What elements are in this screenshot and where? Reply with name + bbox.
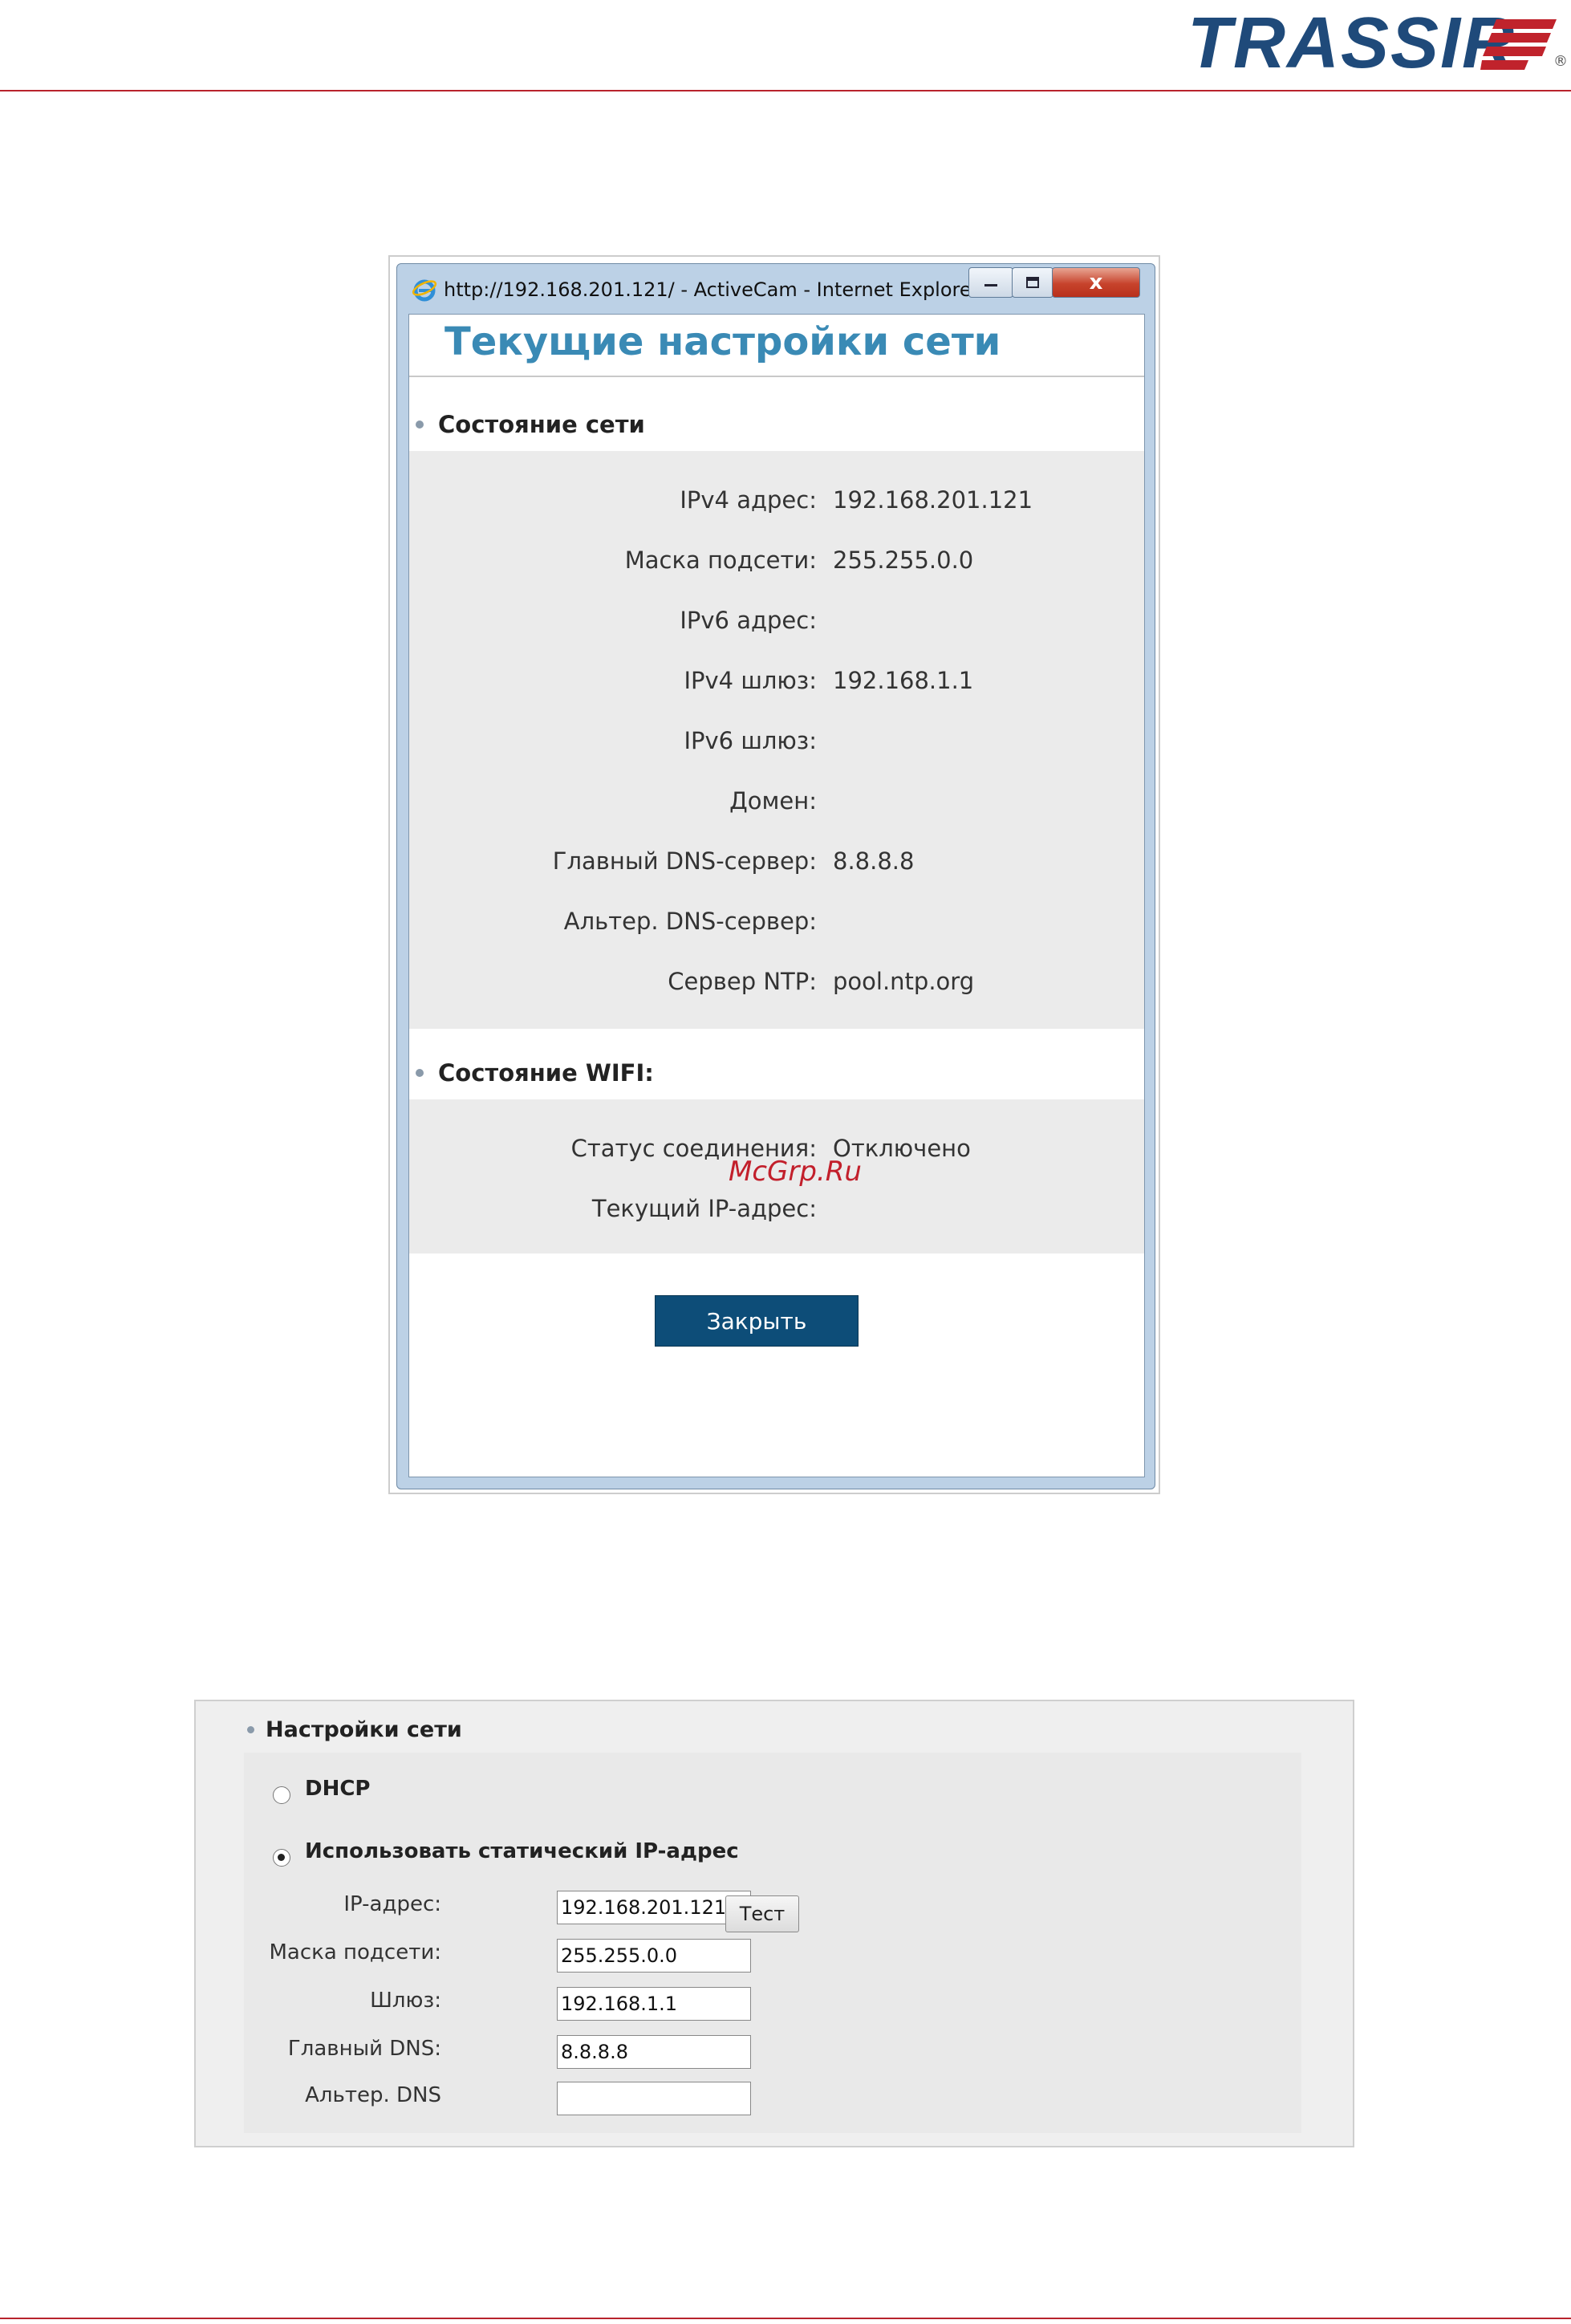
network-status-heading-text: Состояние сети — [438, 411, 645, 438]
field-input[interactable]: 192.168.1.1 — [557, 1987, 751, 2021]
status-row: IPv6 адрес: — [409, 607, 1144, 639]
status-row-label: IPv6 адрес: — [680, 607, 817, 634]
status-row-label: Сервер NTP: — [668, 968, 817, 995]
status-row: IPv4 адрес: 192.168.201.121 — [409, 486, 1144, 518]
footer-rule — [0, 2318, 1571, 2319]
status-row: Главный DNS-сервер: 8.8.8.8 — [409, 847, 1144, 880]
status-row-value: pool.ntp.org — [833, 968, 975, 995]
close-button[interactable]: Закрыть — [655, 1295, 859, 1347]
status-row-label: Альтер. DNS-сервер: — [563, 908, 817, 935]
status-row-label: Главный DNS-сервер: — [552, 847, 817, 875]
page-content: Текущие настройки сети Состояние сети IP… — [408, 314, 1145, 1477]
static-ip-radio[interactable] — [273, 1849, 290, 1867]
status-row-value: 255.255.0.0 — [833, 546, 974, 574]
page-title: Текущие настройки сети — [445, 319, 1001, 364]
trassir-logo: TRASSIR ® — [1187, 3, 1568, 83]
network-settings-screenshot: Настройки сети DHCP Использовать статиче… — [194, 1700, 1354, 2147]
dhcp-radio[interactable] — [273, 1786, 290, 1804]
status-row-value: 192.168.201.121 — [833, 486, 1033, 514]
status-row-value: 192.168.1.1 — [833, 667, 974, 694]
wifi-status-heading-text: Состояние WIFI: — [438, 1059, 654, 1087]
status-row: Сервер NTP: pool.ntp.org — [409, 968, 1144, 1000]
field-label: Альтер. DNS — [305, 2083, 441, 2107]
status-row: IPv6 шлюз: — [409, 727, 1144, 759]
status-row-label: Маска подсети: — [624, 546, 817, 574]
field-label: Маска подсети: — [269, 1940, 441, 1964]
status-row-label: IPv4 адрес: — [680, 486, 817, 514]
field-input[interactable]: 255.255.0.0 — [557, 1939, 751, 1973]
network-settings-heading-text: Настройки сети — [266, 1717, 462, 1742]
status-row: Домен: — [409, 787, 1144, 819]
internet-explorer-icon — [412, 279, 437, 302]
status-row-label: IPv6 шлюз: — [684, 727, 817, 754]
logo-wordmark: TRASSIR — [1187, 3, 1516, 83]
window-close-button[interactable]: x — [1052, 267, 1140, 298]
maximize-icon — [1026, 277, 1039, 288]
status-row: Маска подсети: 255.255.0.0 — [409, 546, 1144, 579]
static-ip-label: Использовать статический IP-адрес — [305, 1839, 739, 1863]
window-controls: x — [968, 267, 1140, 301]
title-divider — [409, 376, 1144, 377]
field-input[interactable] — [557, 2082, 751, 2115]
status-row: IPv4 шлюз: 192.168.1.1 — [409, 667, 1144, 699]
logo-stripes-icon — [1480, 19, 1557, 70]
status-row: Альтер. DNS-сервер: — [409, 908, 1144, 940]
bullet-icon — [416, 421, 424, 429]
bullet-icon — [416, 1069, 424, 1077]
test-button[interactable]: Тест — [725, 1895, 799, 1932]
status-row-label: Текущий IP-адрес: — [591, 1195, 817, 1222]
registered-mark: ® — [1553, 53, 1568, 70]
minimize-icon — [984, 284, 997, 286]
bullet-icon — [247, 1726, 254, 1733]
field-input[interactable]: 192.168.201.121 — [557, 1891, 751, 1924]
close-icon: x — [1089, 270, 1103, 295]
minimize-button[interactable] — [968, 267, 1013, 298]
field-label: IP-адрес: — [343, 1892, 441, 1916]
field-input[interactable]: 8.8.8.8 — [557, 2035, 751, 2069]
status-row-label: IPv4 шлюз: — [684, 667, 817, 694]
status-row-label: Домен: — [729, 787, 817, 815]
browser-window: http://192.168.201.121/ - ActiveCam - In… — [396, 263, 1155, 1489]
network-status-heading: Состояние сети — [416, 411, 645, 438]
window-title: http://192.168.201.121/ - ActiveCam - In… — [444, 278, 980, 301]
network-settings-panel: DHCP Использовать статический IP-адрес I… — [244, 1753, 1301, 2133]
status-row: Текущий IP-адрес: — [409, 1195, 1144, 1227]
maximize-button[interactable] — [1012, 267, 1053, 298]
watermark: McGrp.Ru — [729, 1156, 862, 1188]
network-settings-heading: Настройки сети — [247, 1717, 462, 1742]
network-status-screenshot: http://192.168.201.121/ - ActiveCam - In… — [388, 255, 1160, 1494]
dhcp-label: DHCP — [305, 1777, 371, 1801]
field-label: Главный DNS: — [287, 2037, 441, 2061]
field-label: Шлюз: — [370, 1989, 441, 2013]
status-row-value: 8.8.8.8 — [833, 847, 915, 875]
header-rule — [0, 90, 1571, 91]
wifi-status-heading: Состояние WIFI: — [416, 1059, 654, 1087]
